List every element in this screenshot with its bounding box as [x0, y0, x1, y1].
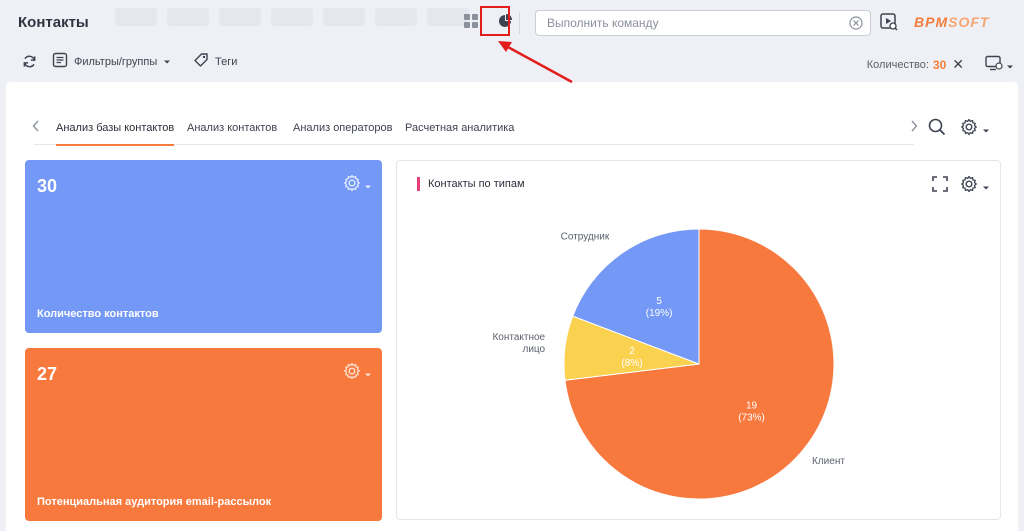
run-command-icon[interactable]	[880, 13, 898, 36]
kpi-card-contacts[interactable]: 30 Количество контактов	[25, 160, 382, 333]
tab-operator-analysis[interactable]: Анализ операторов	[293, 122, 393, 134]
tab-contact-base-analysis[interactable]: Анализ базы контактов	[56, 122, 175, 146]
card-settings-button[interactable]	[343, 174, 372, 197]
chevron-left-icon[interactable]	[32, 119, 40, 135]
tags-button[interactable]: Теги	[193, 52, 237, 71]
grid-view-icon[interactable]	[460, 10, 482, 32]
highlight-box	[480, 6, 510, 36]
chart-tools	[932, 175, 990, 198]
dashboard-panel: Анализ базы контактов Анализ контактов А…	[6, 82, 1018, 531]
filters-label: Фильтры/группы	[74, 55, 158, 68]
slice-name-label: Контактное	[492, 332, 545, 343]
clear-icon[interactable]	[849, 16, 863, 35]
kpi-label: Потенциальная аудитория email-рассылок	[37, 496, 272, 508]
chart-title: Контакты по типам	[417, 177, 525, 191]
kpi-value: 27	[37, 364, 58, 384]
dashboard-tabs: Анализ базы контактов Анализ контактов А…	[32, 114, 918, 146]
chart-settings-button[interactable]	[960, 175, 990, 198]
tab-contact-analysis[interactable]: Анализ контактов	[187, 122, 277, 134]
command-box[interactable]	[535, 10, 871, 36]
filters-button[interactable]: Фильтры/группы	[52, 52, 171, 71]
gear-icon	[960, 118, 978, 141]
chevron-down-icon	[364, 365, 372, 383]
chevron-down-icon	[982, 121, 990, 139]
search-icon[interactable]	[928, 118, 946, 136]
page-title: Контакты	[18, 14, 89, 31]
kpi-label: Количество контактов	[37, 308, 159, 320]
chevron-down-icon	[364, 177, 372, 195]
top-bar: Контакты BPMSOFT	[0, 0, 1024, 48]
record-count: Количество: 30 ✕	[867, 56, 964, 73]
chevron-down-icon	[1006, 57, 1014, 75]
slice-value-label: 5	[656, 296, 662, 307]
chevron-right-icon[interactable]	[910, 119, 918, 135]
dashboard-settings-button[interactable]	[960, 118, 990, 141]
fullscreen-icon[interactable]	[932, 176, 948, 197]
refresh-button[interactable]	[22, 54, 37, 72]
toolbar: Фильтры/группы Теги Количество: 30 ✕	[0, 48, 1024, 76]
count-value: 30	[932, 57, 947, 72]
close-icon[interactable]: ✕	[952, 56, 964, 73]
monitor-settings-icon	[985, 55, 1003, 76]
refresh-icon	[22, 54, 37, 72]
chevron-down-icon	[163, 56, 171, 68]
count-label: Количество:	[866, 58, 929, 71]
slice-name-label: Клиент	[812, 456, 845, 467]
command-input[interactable]	[545, 11, 849, 35]
slice-value-label: 19	[746, 401, 758, 412]
chart-contacts-by-type: 19 (73%) Клиент 2 (8%) Контактное лицо 5 (19%) Со…	[396, 160, 1001, 520]
kpi-card-email-audience[interactable]: 27 Потенциальная аудитория email-рассыло…	[25, 348, 382, 521]
display-settings-button[interactable]	[985, 55, 1014, 76]
tags-label: Теги	[215, 55, 238, 68]
slice-name-label: Сотрудник	[561, 232, 610, 243]
slice-value-label: 2	[629, 346, 635, 357]
gear-icon	[343, 362, 361, 385]
slice-name-label: лицо	[522, 344, 545, 355]
slice-percent-label: (19%)	[646, 308, 673, 319]
card-settings-button[interactable]	[343, 362, 372, 385]
gear-icon	[960, 175, 978, 198]
blurred-header-items	[115, 8, 469, 26]
chevron-down-icon	[982, 178, 990, 196]
kpi-value: 30	[37, 176, 58, 196]
filter-list-icon	[52, 52, 68, 71]
tag-icon	[193, 52, 209, 71]
slice-percent-label: (8%)	[621, 358, 642, 369]
brand-logo: BPMSOFT	[914, 14, 990, 30]
tab-calculated-analytics[interactable]: Расчетная аналитика	[405, 122, 514, 134]
pie-chart: 19(73%) Клиент 2(8%) Контактноелицо 5(19%) Со…	[492, 228, 845, 500]
gear-icon	[343, 174, 361, 197]
slice-percent-label: (73%)	[738, 413, 765, 424]
divider	[519, 12, 520, 34]
